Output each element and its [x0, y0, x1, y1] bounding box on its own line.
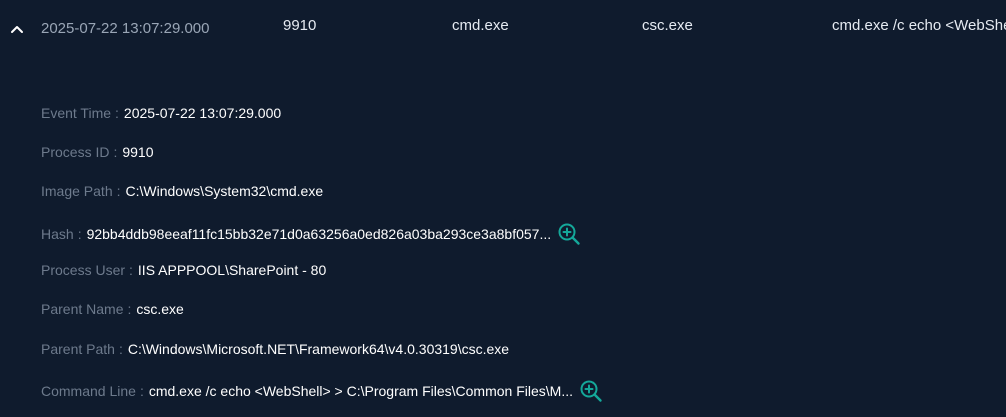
detail-value: cmd.exe /c echo <WebShell> > C:\Program …	[148, 383, 573, 399]
detail-separator: :	[127, 301, 132, 317]
detail-separator: :	[129, 262, 133, 278]
detail-separator: :	[113, 144, 118, 160]
detail-event-time: Event Time : 2025-07-22 13:07:29.000	[41, 105, 281, 121]
detail-separator: :	[116, 183, 121, 199]
detail-separator: :	[115, 105, 119, 121]
row-process-id: 9910	[283, 17, 317, 34]
event-detail-panel: 2025-07-22 13:07:29.000 9910 cmd.exe csc…	[0, 0, 1006, 417]
detail-parent-path: Parent Path : C:\Windows\Microsoft.NET\F…	[41, 341, 509, 357]
detail-label: Parent Name	[41, 301, 124, 317]
detail-label: Image Path	[41, 183, 113, 199]
row-command-line: cmd.exe /c echo <WebShell> > C:\Program …	[832, 17, 1006, 34]
detail-value: 2025-07-22 13:07:29.000	[123, 105, 282, 121]
detail-label: Process ID	[41, 144, 110, 160]
detail-value: C:\Windows\System32\cmd.exe	[125, 183, 324, 199]
detail-image-path: Image Path : C:\Windows\System32\cmd.exe	[41, 183, 323, 199]
row-event-time: 2025-07-22 13:07:29.000	[41, 20, 210, 37]
detail-separator: :	[77, 226, 82, 242]
detail-process-user: Process User : IIS APPPOOL\SharePoint - …	[41, 262, 326, 278]
detail-value: 92bb4ddb98eeaf11fc15bb32e71d0a63256a0ed8…	[86, 226, 552, 242]
detail-label: Hash	[41, 226, 74, 242]
zoom-in-icon[interactable]	[579, 379, 603, 403]
detail-label: Command Line	[41, 383, 136, 399]
table-row[interactable]: 2025-07-22 13:07:29.000 9910 cmd.exe csc…	[0, 0, 1006, 54]
chevron-up-icon[interactable]	[9, 21, 25, 37]
detail-value: IIS APPPOOL\SharePoint - 80	[137, 262, 327, 278]
detail-command-line: Command Line : cmd.exe /c echo <WebShell…	[41, 379, 603, 403]
detail-separator: :	[139, 383, 144, 399]
row-process-name: cmd.exe	[452, 17, 509, 34]
detail-label: Parent Path	[41, 341, 115, 357]
detail-label: Process User	[41, 262, 126, 278]
detail-hash: Hash : 92bb4ddb98eeaf11fc15bb32e71d0a632…	[41, 222, 581, 246]
row-parent-name: csc.exe	[642, 17, 693, 34]
detail-value: 9910	[122, 144, 154, 160]
detail-label: Event Time	[41, 105, 112, 121]
zoom-in-icon[interactable]	[557, 222, 581, 246]
detail-value: C:\Windows\Microsoft.NET\Framework64\v4.…	[127, 341, 510, 357]
detail-separator: :	[118, 341, 123, 357]
detail-parent-name: Parent Name : csc.exe	[41, 301, 184, 317]
detail-process-id: Process ID : 9910	[41, 144, 154, 160]
detail-value: csc.exe	[136, 301, 184, 317]
